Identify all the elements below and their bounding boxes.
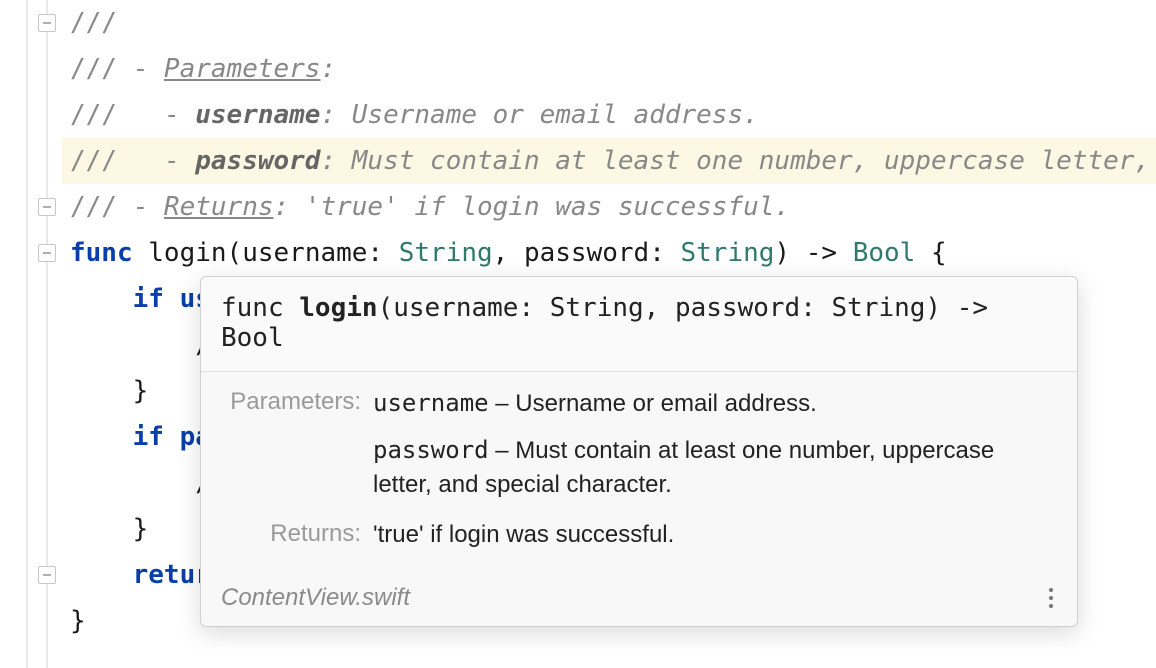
code-line[interactable]: /// - Parameters: xyxy=(62,46,1156,92)
kebab-menu-icon[interactable] xyxy=(1039,584,1063,612)
popup-signature: func login(username: String, password: S… xyxy=(201,277,1077,372)
code-line[interactable]: /// - username: Username or email addres… xyxy=(62,92,1156,138)
popup-parameters-row: Parameters: username – Username or email… xyxy=(221,386,1057,502)
code-line-highlighted[interactable]: /// - password: Must contain at least on… xyxy=(62,138,1156,184)
popup-source-file: ContentView.swift xyxy=(221,584,410,612)
popup-returns-row: Returns: 'true' if login was successful. xyxy=(221,518,1057,552)
returns-doc-label: Returns xyxy=(164,192,274,222)
quick-doc-popup: func login(username: String, password: S… xyxy=(200,276,1078,627)
fold-marker-icon[interactable] xyxy=(38,14,56,32)
code-line[interactable]: /// xyxy=(62,0,1156,46)
popup-returns-value: 'true' if login was successful. xyxy=(373,518,1057,552)
fold-marker-icon[interactable] xyxy=(38,198,56,216)
popup-param-username: username – Username or email address. xyxy=(373,386,1057,421)
popup-parameters-label: Parameters: xyxy=(221,386,361,502)
popup-returns-label: Returns: xyxy=(221,518,361,552)
code-line[interactable]: /// - Returns: 'true' if login was succe… xyxy=(62,184,1156,230)
fold-marker-icon[interactable] xyxy=(38,244,56,262)
comment-text: /// xyxy=(70,8,117,38)
parameters-doc-label: Parameters xyxy=(164,54,321,84)
popup-param-password: password – Must contain at least one num… xyxy=(373,433,1057,502)
fold-marker-icon[interactable] xyxy=(38,566,56,584)
param-password-doc: password xyxy=(195,146,320,176)
code-editor[interactable]: /// /// - Parameters: /// - username: Us… xyxy=(0,0,1156,668)
param-username-doc: username xyxy=(195,100,320,130)
gutter xyxy=(0,0,60,668)
code-line[interactable]: func login(username: String, password: S… xyxy=(62,230,1156,276)
